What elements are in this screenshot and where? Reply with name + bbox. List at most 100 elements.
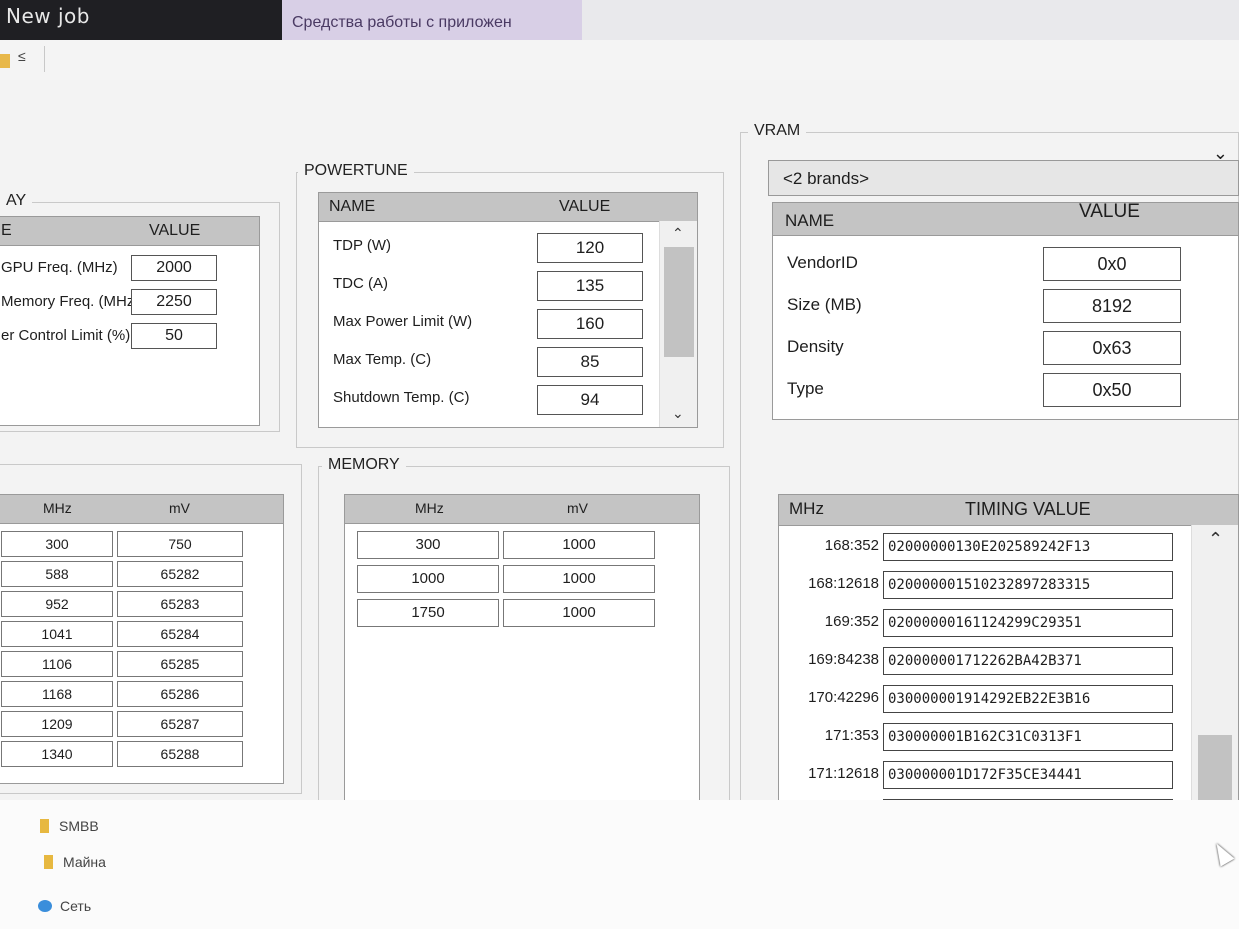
table-row: Shutdown Temp. (C) 94 [319, 381, 697, 417]
column-header-mv: mV [169, 500, 190, 516]
scroll-thumb[interactable] [664, 247, 694, 357]
powertune-table-header: NAME VALUE [319, 193, 697, 222]
timing-value-field[interactable]: 030000001D172F35CE34441 [883, 761, 1173, 789]
row-name: Density [787, 337, 844, 356]
mhz-cell[interactable]: 1209 [1, 711, 113, 737]
table-row: VendorID 0x0 [773, 243, 1238, 283]
overdrive-group-label: AY [0, 192, 33, 210]
powertune-scrollbar[interactable]: ⌃ ⌄ [659, 221, 697, 427]
overdrive-table-header: E VALUE [0, 217, 259, 246]
scroll-down-icon[interactable]: ⌄ [672, 405, 684, 422]
value-field[interactable]: 0x0 [1043, 247, 1181, 281]
value-field[interactable]: 160 [537, 309, 643, 339]
mv-cell[interactable]: 65282 [117, 561, 243, 587]
tree-item-network[interactable]: Сеть [38, 898, 91, 914]
timing-mhz: 170:42296 [808, 689, 879, 706]
mv-cell[interactable]: 1000 [503, 531, 655, 559]
folder-icon [0, 54, 10, 68]
tree-item-smbb[interactable]: SMBB [40, 818, 99, 834]
mhz-cell[interactable]: 1340 [1, 741, 113, 767]
timing-mhz: 168:352 [824, 537, 879, 554]
mhz-cell[interactable]: 1168 [1, 681, 113, 707]
value-field[interactable]: 8192 [1043, 289, 1181, 323]
timing-mhz: 168:12618 [808, 575, 879, 592]
gpu-voltage-table: MHz mV 300 750 588 65282 952 65283 1041 65284 11… [0, 494, 284, 784]
timing-value-field[interactable]: 020000001510232897283315 [883, 571, 1173, 599]
mv-cell[interactable]: 65284 [117, 621, 243, 647]
table-row: Memory Freq. (MHz) 2250 [0, 287, 259, 321]
mhz-cell[interactable]: 1750 [357, 599, 499, 627]
timing-mhz: 169:352 [824, 613, 879, 630]
editor-window: AY E VALUE GPU Freq. (MHz) 2000 Memory Fre… [0, 80, 1239, 860]
timings-table: MHz TIMING VALUE 168:352 02000000130E2025… [778, 494, 1239, 842]
row-name: Shutdown Temp. (C) [333, 389, 470, 406]
vram-table: NAME VALUE VendorID 0x0 Size (MB) 8192 Densi… [772, 202, 1239, 420]
value-field[interactable]: 0x50 [1043, 373, 1181, 407]
timing-value-field[interactable]: 02000000161124299C29351 [883, 609, 1173, 637]
vram-table-header: NAME VALUE [773, 203, 1238, 236]
memory-group-label: MEMORY [322, 456, 406, 474]
row-name: TDP (W) [333, 237, 392, 254]
value-field[interactable]: 85 [537, 347, 643, 377]
chevron-down-icon[interactable]: ⌄ [1213, 143, 1228, 164]
scroll-up-icon[interactable]: ⌃ [672, 225, 684, 242]
mv-cell[interactable]: 750 [117, 531, 243, 557]
table-row: GPU Freq. (MHz) 2000 [0, 253, 259, 287]
mv-cell[interactable]: 65287 [117, 711, 243, 737]
row-name: Size (MB) [787, 295, 862, 314]
mv-cell[interactable]: 65283 [117, 591, 243, 617]
table-row: Size (MB) 8192 [773, 285, 1238, 325]
row-name: VendorID [787, 253, 858, 272]
mhz-cell[interactable]: 1106 [1, 651, 113, 677]
column-header-timing-value: TIMING VALUE [965, 499, 1091, 519]
mv-cell[interactable]: 1000 [503, 599, 655, 627]
mv-cell[interactable]: 65288 [117, 741, 243, 767]
timing-value-field[interactable]: 02000000130E202589242F13 [883, 533, 1173, 561]
column-header-value: VALUE [149, 222, 201, 239]
table-row: TDP (W) 120 [319, 229, 697, 265]
timing-value-field[interactable]: 020000001712262BA42B371 [883, 647, 1173, 675]
value-field[interactable]: 2250 [131, 289, 217, 315]
mhz-cell[interactable]: 1041 [1, 621, 113, 647]
table-row: Max Temp. (C) 85 [319, 343, 697, 379]
timing-value-field[interactable]: 030000001B162C31C0313F1 [883, 723, 1173, 751]
column-header-mhz: MHz [43, 500, 72, 516]
vram-brand-select[interactable]: <2 brands> ⌄ [768, 143, 1239, 196]
tree-item-label: Майна [63, 854, 106, 870]
ribbon-area [582, 0, 1239, 40]
customize-dropdown-icon[interactable]: ≤ [18, 48, 26, 64]
mhz-cell[interactable]: 952 [1, 591, 113, 617]
row-name: Type [787, 379, 824, 398]
column-header-value: VALUE [1079, 202, 1140, 222]
timing-mhz: 171:353 [824, 727, 879, 744]
value-field[interactable]: 50 [131, 323, 217, 349]
folder-icon [44, 855, 53, 869]
scroll-up-icon[interactable]: ⌃ [1208, 529, 1223, 550]
mv-cell[interactable]: 1000 [503, 565, 655, 593]
timings-scrollbar[interactable]: ⌃ ⌄ [1191, 525, 1238, 841]
mhz-cell[interactable]: 300 [357, 531, 499, 559]
timing-value-field[interactable]: 030000001914292EB22E3B16 [883, 685, 1173, 713]
folder-icon [40, 819, 49, 833]
mhz-cell[interactable]: 588 [1, 561, 113, 587]
mhz-cell[interactable]: 300 [1, 531, 113, 557]
ribbon-tab-app-tools[interactable]: Средства работы с приложен [282, 0, 582, 40]
mv-cell[interactable]: 65286 [117, 681, 243, 707]
value-field[interactable]: 0x63 [1043, 331, 1181, 365]
mhz-cell[interactable]: 1000 [357, 565, 499, 593]
value-field[interactable]: 2000 [131, 255, 217, 281]
mv-cell[interactable]: 65285 [117, 651, 243, 677]
tree-item-label: SMBB [59, 818, 99, 834]
table-row: Type 0x50 [773, 369, 1238, 409]
column-header-name: NAME [785, 211, 835, 230]
column-header-mhz: MHz [789, 499, 824, 518]
value-field[interactable]: 120 [537, 233, 643, 263]
value-field[interactable]: 135 [537, 271, 643, 301]
tree-item-maina[interactable]: Майна [44, 854, 106, 870]
quick-access-toolbar: ≤ [0, 40, 1239, 81]
memory-table-header: MHz mV [345, 495, 699, 524]
value-field[interactable]: 94 [537, 385, 643, 415]
gpu-voltage-header: MHz mV [0, 495, 283, 524]
toolbar-divider [44, 46, 45, 72]
title-bar: New job Средства работы с приложен [0, 0, 1239, 40]
